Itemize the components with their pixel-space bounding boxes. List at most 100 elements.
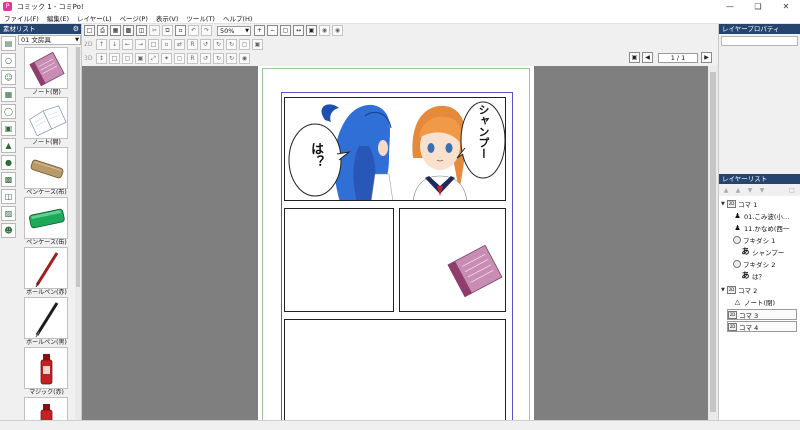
material-category-select[interactable]: 01 文房具 ▼	[18, 35, 81, 45]
canvas-scrollbar[interactable]	[708, 66, 718, 420]
speech-bubble-category-icon[interactable]: ○	[1, 53, 16, 68]
layer-row[interactable]: ♟ 11.かなめ(西一	[733, 222, 789, 233]
layer-row[interactable]: △ ノート(閉)	[733, 296, 775, 307]
close-button[interactable]: ✕	[772, 0, 800, 13]
layer-row[interactable]: ▼ 2D コマ 2	[721, 284, 757, 295]
layer-row[interactable]: ♟ 01.こみ波(小…	[733, 210, 789, 221]
comic-panel-1[interactable]: シャンプー は？	[284, 97, 506, 201]
next-page-icon[interactable]: ▶	[701, 52, 712, 63]
reset-3d-icon[interactable]: R	[187, 53, 198, 64]
save-icon[interactable]: ▩	[123, 25, 134, 36]
open-icon[interactable]: ▦	[110, 25, 121, 36]
move-right-icon[interactable]: →	[135, 39, 146, 50]
menu-page[interactable]: ページ(P)	[116, 13, 152, 23]
balloon-category-icon[interactable]: ◯	[1, 104, 16, 119]
layer-bottom-icon[interactable]: ▼	[758, 187, 766, 194]
zoom-in-icon[interactable]: +	[254, 25, 265, 36]
speech-bubble-text-right[interactable]: シャンプー	[475, 104, 491, 159]
menu-view[interactable]: 表示(V)	[152, 13, 183, 23]
scale-down-icon[interactable]: ▫	[161, 39, 172, 50]
fit-3d-icon[interactable]: ▣	[135, 53, 146, 64]
rotate-reset-icon[interactable]: ↻	[226, 39, 237, 50]
layer-row[interactable]: フキダシ 2	[733, 258, 775, 269]
character-category-icon[interactable]: ☺	[1, 70, 16, 85]
background-category-icon[interactable]: ▩	[1, 172, 16, 187]
trash-icon[interactable]: □	[788, 187, 796, 194]
layer-row[interactable]: フキダシ 1	[733, 234, 775, 245]
print-icon[interactable]: ⎙	[97, 25, 108, 36]
gear-icon[interactable]: ⚙	[73, 24, 79, 34]
spin-3d-icon[interactable]: ↻	[226, 53, 237, 64]
layer-row[interactable]: あ は？	[741, 270, 766, 281]
drop-category-icon[interactable]: ●	[1, 155, 16, 170]
camera-icon[interactable]: ◉	[319, 25, 330, 36]
screen-category-icon[interactable]: ◫	[1, 189, 16, 204]
new-file-icon[interactable]: □	[84, 25, 95, 36]
export-icon[interactable]: ◫	[136, 25, 147, 36]
material-item[interactable]: ノート(閉)	[18, 47, 75, 97]
paste-icon[interactable]: ▫	[175, 25, 186, 36]
snapshot-icon[interactable]: ◉	[332, 25, 343, 36]
material-item[interactable]: ボールペン(赤)	[18, 247, 75, 297]
fit-page-icon[interactable]: ▢	[280, 25, 291, 36]
align-icon[interactable]: ▢	[239, 39, 250, 50]
scale-up-icon[interactable]: □	[148, 39, 159, 50]
frame-3d-icon[interactable]: ▢	[174, 53, 185, 64]
view-3d-icon[interactable]: ◉	[239, 53, 250, 64]
maximize-button[interactable]: ❏	[744, 0, 772, 13]
layer-down-icon[interactable]: ▼	[746, 187, 754, 194]
frame-category-icon[interactable]: ▤	[1, 36, 16, 51]
move-left-icon[interactable]: ←	[122, 39, 133, 50]
photo-category-icon[interactable]: ▣	[1, 121, 16, 136]
material-item[interactable]	[18, 397, 75, 420]
layer-row[interactable]: ▼ 2D コマ 1	[721, 198, 757, 209]
actual-size-icon[interactable]: ▣	[306, 25, 317, 36]
crosshair-3d-icon[interactable]: ✦	[161, 53, 172, 64]
comic-panel-4[interactable]	[284, 319, 506, 420]
menu-tool[interactable]: ツール(T)	[182, 13, 219, 23]
material-item[interactable]: ペンケース(缶)	[18, 197, 75, 247]
material-item[interactable]: マジック(赤)	[18, 347, 75, 397]
tilt-3d-icon[interactable]: ↻	[213, 53, 224, 64]
minimize-button[interactable]: —	[716, 0, 744, 13]
material-item[interactable]: ボールペン(黒)	[18, 297, 75, 347]
rotate-right-icon[interactable]: ↻	[213, 39, 224, 50]
scale-3d-icon[interactable]: ▢	[122, 53, 133, 64]
menu-help[interactable]: ヘルプ(H)	[219, 13, 256, 23]
material-item[interactable]: ノート(開)	[18, 97, 75, 147]
face-category-icon[interactable]: ☻	[1, 223, 16, 238]
rotate-left-icon[interactable]: ↺	[200, 39, 211, 50]
copy-icon[interactable]: ⧉	[162, 25, 173, 36]
material-scrollbar[interactable]	[75, 47, 81, 420]
landscape-category-icon[interactable]: ▨	[1, 206, 16, 221]
redo-icon[interactable]: ↷	[201, 25, 212, 36]
fit-width-icon[interactable]: ↔	[293, 25, 304, 36]
expand-3d-icon[interactable]: ⤢	[148, 53, 159, 64]
speech-bubble-text-left[interactable]: は？	[306, 142, 324, 168]
layer-row[interactable]: あ シャンプー	[741, 246, 785, 257]
layer-front-icon[interactable]: ▣	[252, 39, 263, 50]
comic-panel-2[interactable]	[284, 208, 394, 312]
prev-page-icon[interactable]: ◀	[642, 52, 653, 63]
menu-edit[interactable]: 編集(E)	[43, 13, 73, 23]
layer-top-icon[interactable]: ▲	[734, 187, 742, 194]
comic-panel-3[interactable]	[399, 208, 506, 312]
menu-file[interactable]: ファイル(F)	[0, 13, 43, 23]
flip-icon[interactable]: ⇄	[174, 39, 185, 50]
menu-layer[interactable]: レイヤー(L)	[73, 13, 116, 23]
layer-row[interactable]: 2D コマ 4	[727, 321, 797, 332]
undo-icon[interactable]: ↶	[188, 25, 199, 36]
rotate-3d-icon[interactable]: ↺	[200, 53, 211, 64]
zoom-out-icon[interactable]: −	[267, 25, 278, 36]
pan-3d-icon[interactable]: ↕	[96, 53, 107, 64]
cut-icon[interactable]: ✂	[149, 25, 160, 36]
page-fit-icon[interactable]: ▣	[629, 52, 640, 63]
zoom-select[interactable]: 50% ▼	[217, 25, 251, 36]
material-item[interactable]: ペンケース(布)	[18, 147, 75, 197]
move-down-icon[interactable]: ↓	[109, 39, 120, 50]
layer-property-field[interactable]	[721, 36, 798, 46]
canvas-area[interactable]: シャンプー は？	[82, 66, 708, 420]
depth-3d-icon[interactable]: □	[109, 53, 120, 64]
move-up-icon[interactable]: ↑	[96, 39, 107, 50]
book-category-icon[interactable]: ▦	[1, 87, 16, 102]
